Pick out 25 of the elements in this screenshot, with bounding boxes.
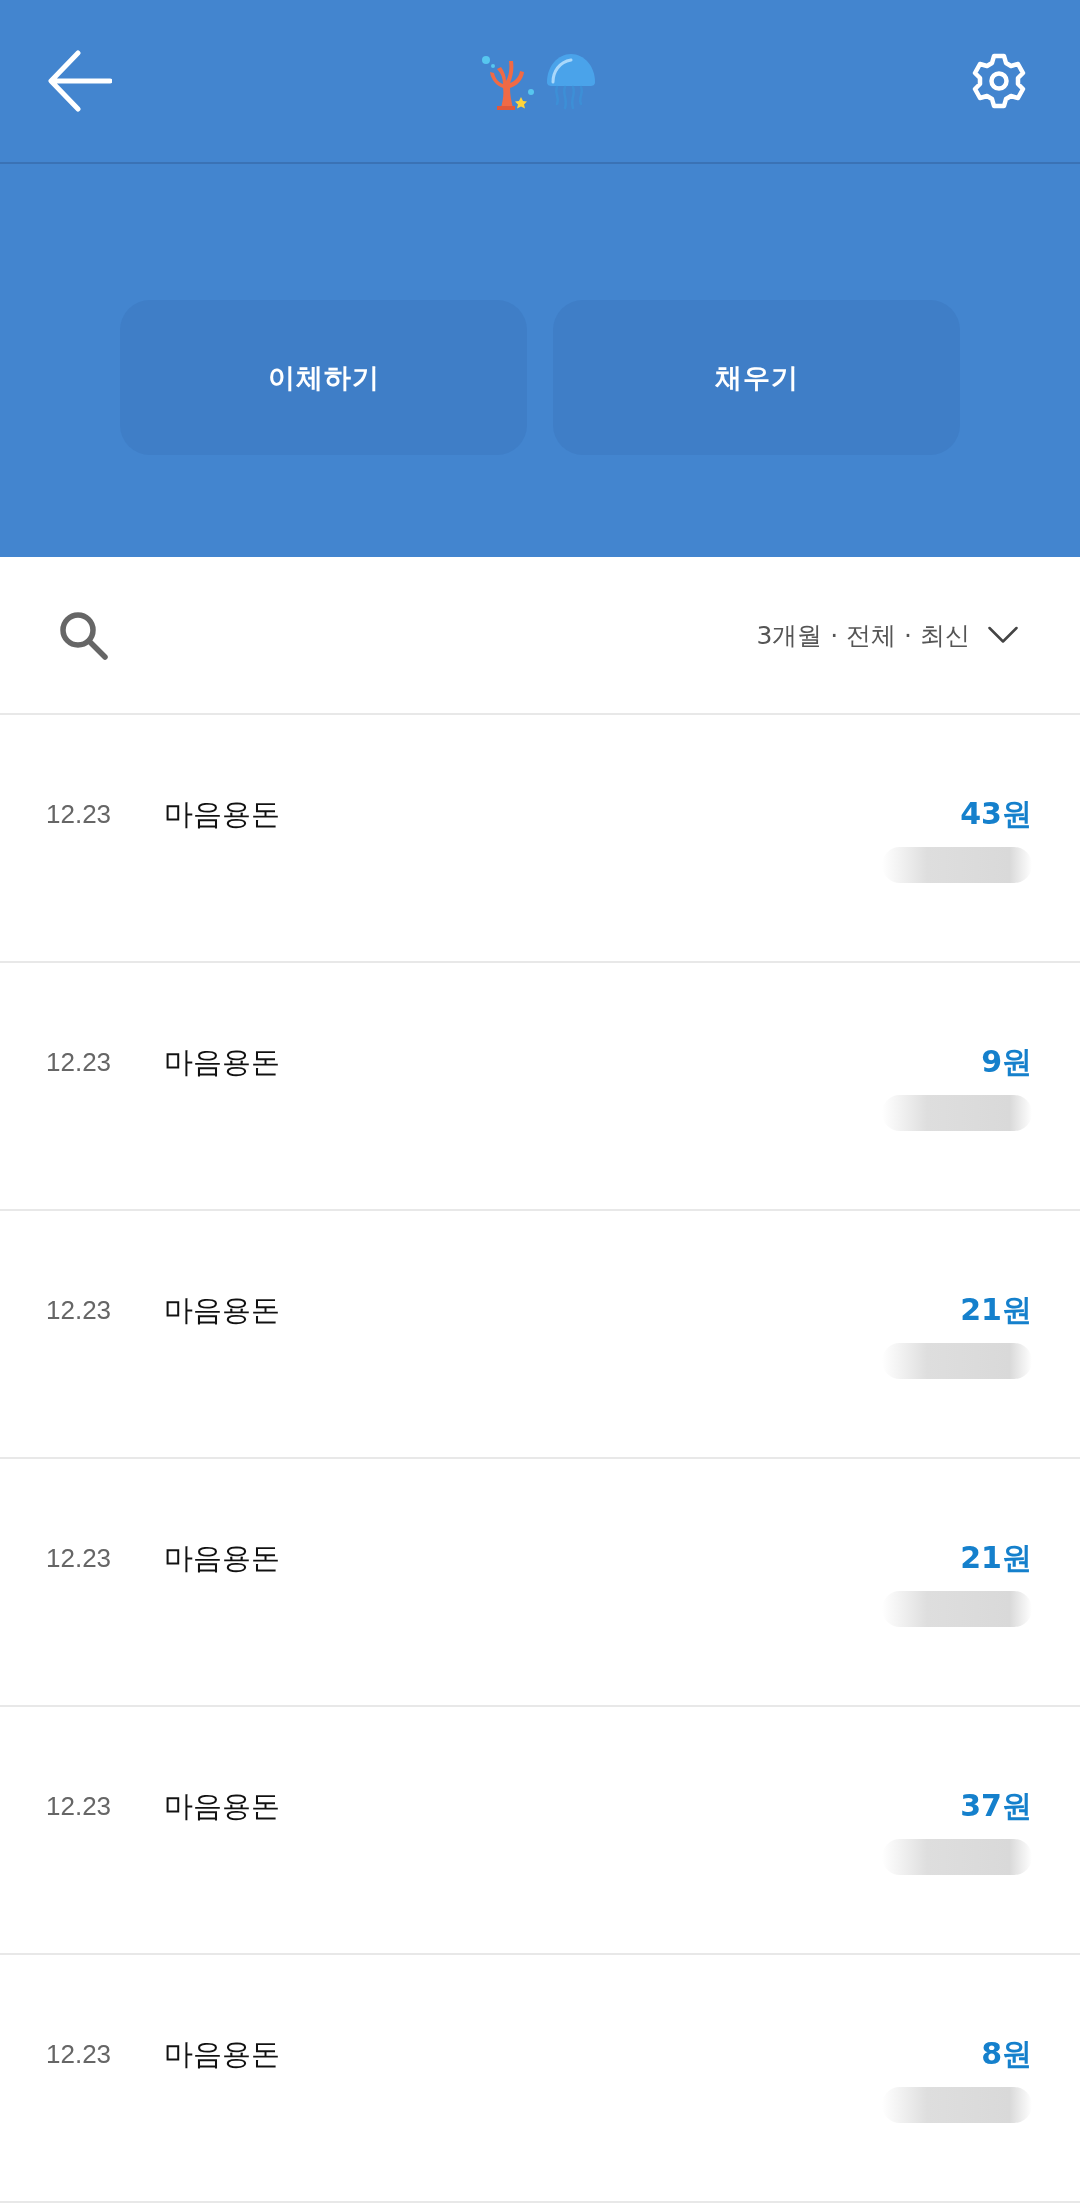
date-text: 12.23: [46, 2038, 113, 2071]
search-icon[interactable]: [58, 610, 108, 660]
title-text: 마음용돈: [164, 2036, 281, 2073]
title-text: 마음용돈: [164, 1044, 281, 1081]
settings-icon[interactable]: [970, 52, 1028, 110]
back-arrow-icon[interactable]: [48, 50, 112, 112]
date-text: 12.23: [46, 1542, 113, 1575]
chevron-down-icon: [988, 626, 1018, 644]
date-text: 12.23: [46, 1294, 113, 1327]
amount-text: 37원: [960, 1787, 1032, 1825]
amount-text: 43원: [960, 795, 1032, 833]
filter-dropdown[interactable]: 3개월 · 전체 · 최신: [756, 618, 1018, 652]
date-text: 12.23: [46, 798, 113, 831]
action-button[interactable]: 채우기: [553, 300, 960, 455]
amount-text: 9원: [981, 1043, 1032, 1081]
amount-text: 21원: [960, 1539, 1032, 1577]
date-text: 12.23: [46, 1790, 113, 1823]
title-text: 마음용돈: [164, 1292, 281, 1329]
amount-text: 21원: [960, 1291, 1032, 1329]
title-text: 마음용돈: [164, 796, 281, 833]
action-button[interactable]: 이체하기: [120, 300, 527, 455]
title-text: 마음용돈: [164, 1540, 281, 1577]
date-text: 12.23: [46, 1046, 113, 1079]
title-text: 마음용돈: [164, 1788, 281, 1825]
amount-text: 8원: [981, 2035, 1032, 2073]
